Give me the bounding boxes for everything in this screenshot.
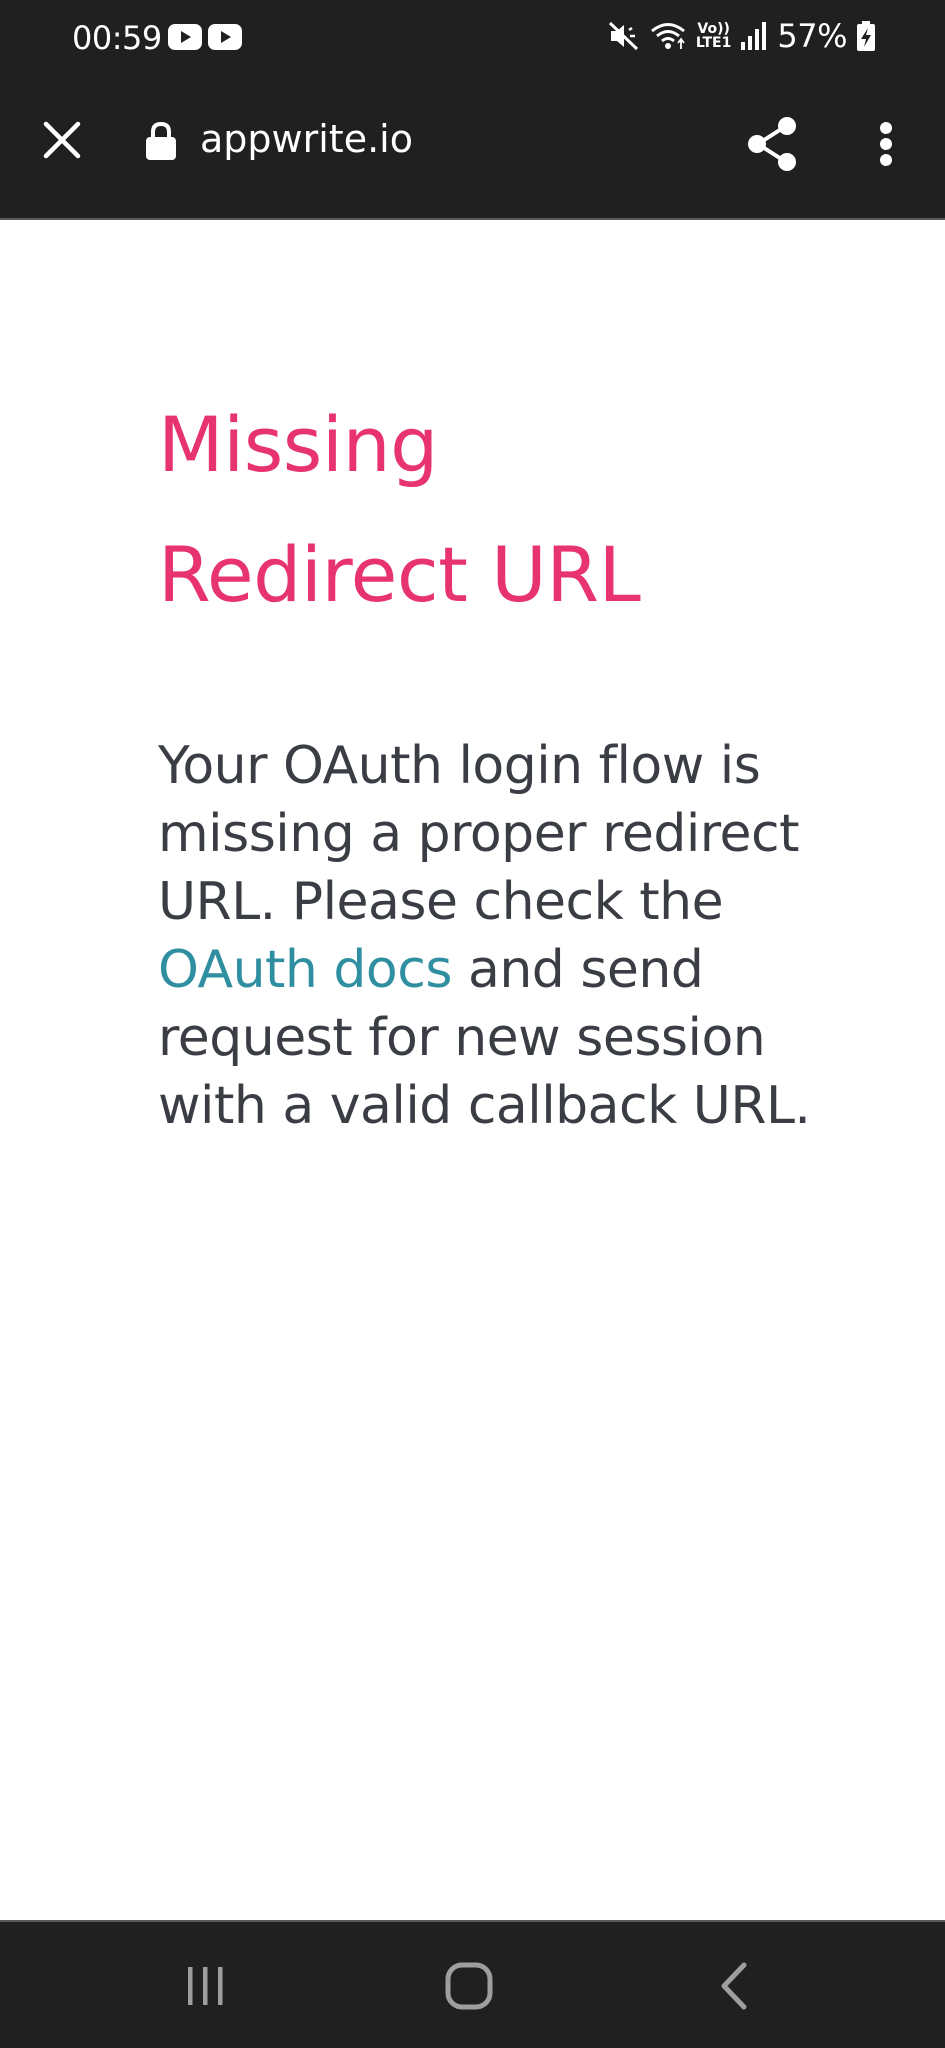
title-line-1: Missing — [158, 400, 438, 489]
status-bar: 00:59 Vo)) LTE1 57% — [0, 0, 945, 76]
back-icon — [721, 1962, 747, 2010]
mute-icon — [608, 21, 638, 51]
error-content: Missing Redirect URL Your OAuth login fl… — [158, 380, 818, 1140]
more-vertical-icon — [880, 122, 892, 166]
close-button[interactable] — [34, 112, 90, 168]
more-options-button[interactable] — [864, 112, 908, 176]
youtube-icon — [208, 24, 242, 50]
signal-icon — [741, 22, 767, 50]
lte-label: LTE1 — [695, 35, 732, 51]
volte-lte-icon: Vo)) LTE1 — [696, 22, 731, 50]
back-button[interactable] — [690, 1946, 780, 2026]
message-text-before-link: Your OAuth login flow is missing a prope… — [158, 736, 799, 932]
youtube-icon — [168, 24, 202, 50]
home-button[interactable] — [424, 1946, 514, 2026]
lock-icon[interactable] — [146, 122, 176, 160]
recents-button[interactable] — [160, 1946, 250, 2026]
share-icon — [748, 117, 796, 171]
recents-icon — [188, 1967, 223, 2005]
close-icon — [43, 121, 81, 159]
navigation-bar — [0, 1920, 945, 2048]
url-text[interactable]: appwrite.io — [200, 114, 413, 164]
wifi-icon — [650, 23, 685, 49]
oauth-docs-link[interactable]: OAuth docs — [158, 940, 452, 1000]
status-time: 00:59 — [72, 19, 162, 57]
page-title: Missing Redirect URL — [158, 380, 818, 640]
volte-label: Vo)) — [697, 21, 730, 37]
home-icon — [445, 1962, 493, 2010]
system-icons: Vo)) LTE1 57% — [608, 16, 875, 56]
notification-icons — [168, 24, 242, 50]
share-button[interactable] — [740, 112, 804, 176]
error-message: Your OAuth login flow is missing a prope… — [158, 732, 818, 1140]
title-line-2: Redirect URL — [158, 530, 641, 619]
browser-toolbar: appwrite.io — [0, 76, 945, 220]
battery-percent: 57% — [777, 17, 847, 55]
battery-charging-icon — [857, 21, 875, 51]
